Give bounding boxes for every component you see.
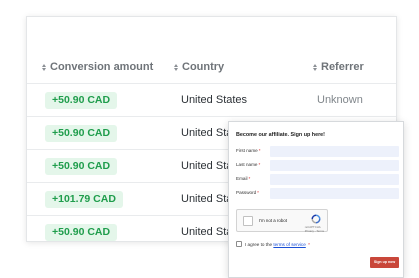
field-label: Password* [236, 190, 259, 195]
terms-checkbox[interactable] [236, 241, 242, 247]
last-name-input[interactable] [270, 160, 399, 171]
required-mark: * [258, 162, 261, 167]
field-label: First name* [236, 148, 261, 153]
field-label: Email* [236, 176, 251, 181]
recaptcha-widget: I'm not a robot reCAPTCHA Privacy - Terms [236, 209, 328, 233]
terms-agreement: I agree to the terms of service * [236, 240, 310, 248]
column-header-country[interactable]: Country [173, 61, 224, 73]
sort-icon[interactable] [173, 62, 179, 72]
country-cell: United States [181, 94, 248, 106]
first-name-field: First name* [236, 146, 399, 157]
sign-up-button[interactable]: Sign up now [370, 257, 399, 268]
affiliate-signup-form: Become our affiliate. Sign up here! Firs… [228, 121, 404, 278]
terms-text: I agree to the terms of service * [245, 241, 310, 247]
required-mark: * [248, 176, 251, 181]
required-mark: * [258, 148, 261, 153]
conversion-amount-badge: +50.90 CAD [45, 224, 118, 241]
conversion-amount-badge: +101.79 CAD [45, 191, 123, 208]
conversion-amount-badge: +50.90 CAD [45, 125, 118, 142]
recaptcha-brand: reCAPTCHA Privacy - Terms [304, 225, 324, 233]
password-input[interactable] [270, 188, 399, 199]
password-field: Password* [236, 188, 399, 199]
field-label: Last name* [236, 162, 261, 167]
form-title: Become our affiliate. Sign up here! [236, 132, 325, 138]
conversion-amount-badge: +50.90 CAD [45, 158, 118, 175]
first-name-input[interactable] [270, 146, 399, 157]
recaptcha-checkbox[interactable] [243, 216, 253, 226]
email-field: Email* [236, 174, 399, 185]
terms-of-service-link[interactable]: terms of service [273, 242, 305, 247]
sort-icon[interactable] [312, 62, 318, 72]
referrer-cell: Unknown [317, 94, 363, 106]
conversion-amount-badge: +50.90 CAD [45, 92, 118, 109]
column-header-label: Referrer [321, 61, 364, 73]
recaptcha-icon [311, 214, 321, 224]
table-row: +50.90 CAD United States Unknown [27, 83, 396, 116]
email-input[interactable] [270, 174, 399, 185]
column-header-label: Conversion amount [50, 61, 154, 73]
column-header-conversion-amount[interactable]: Conversion amount [41, 61, 153, 73]
recaptcha-label: I'm not a robot [259, 218, 287, 223]
required-mark: * [308, 241, 310, 247]
column-header-label: Country [182, 61, 225, 73]
column-header-referrer[interactable]: Referrer [312, 61, 364, 73]
required-mark: * [257, 190, 259, 195]
last-name-field: Last name* [236, 160, 399, 171]
sort-icon[interactable] [41, 62, 47, 72]
table-header: Conversion amount Country Referrer [27, 61, 396, 83]
